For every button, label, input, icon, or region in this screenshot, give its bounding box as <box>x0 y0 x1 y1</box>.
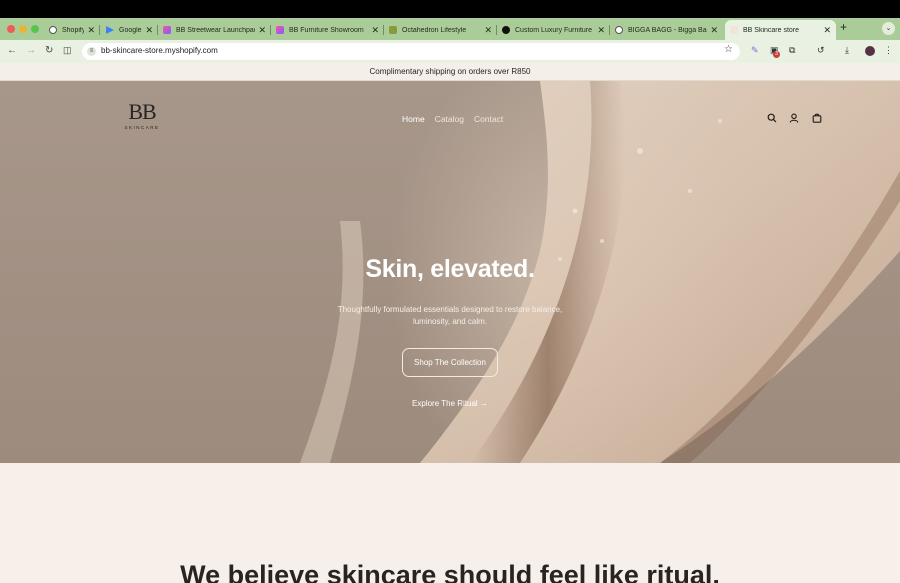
tab-bigga-bagg[interactable]: BIGGA BAGG - Bigga Bagg ✕ <box>610 20 723 40</box>
site-info-icon[interactable]: ≡ <box>87 47 96 56</box>
profile-avatar[interactable] <box>865 46 875 56</box>
bb-skincare-favicon-icon <box>730 26 738 34</box>
octahedron-favicon-icon <box>389 26 397 34</box>
philosophy-heading: We believe skincare should feel like rit… <box>180 560 720 583</box>
hero-subtext: Thoughtfully formulated essentials desig… <box>337 305 563 326</box>
main-nav: Home Catalog Contact <box>402 114 503 124</box>
bookmark-star-icon[interactable]: ☆ <box>724 44 733 55</box>
close-tab-icon[interactable]: ✕ <box>145 25 153 36</box>
close-tab-icon[interactable]: ✕ <box>258 25 266 36</box>
forward-icon[interactable]: → <box>26 45 36 56</box>
pen-extension-icon[interactable]: ✎ <box>751 45 759 56</box>
extensions-puzzle-icon[interactable]: ⧉ <box>789 45 795 56</box>
announcement-bar: Complimentary shipping on orders over R8… <box>0 63 900 81</box>
custom-luxury-favicon-icon <box>502 26 510 34</box>
hero-headline: Skin, elevated. <box>365 255 535 283</box>
bigga-bagg-favicon-icon <box>615 26 623 34</box>
shop-collection-button[interactable]: Shop The Collection <box>402 348 498 377</box>
maximize-window-button[interactable] <box>31 25 39 33</box>
tab-strip: Shopify ✕ Google ✕ BB Streetwear Launchp… <box>0 18 900 40</box>
bb-streetwear-favicon-icon <box>163 26 171 34</box>
close-tab-icon[interactable]: ✕ <box>597 25 605 36</box>
tab-google[interactable]: Google ✕ <box>101 20 158 40</box>
extension-badge: 3 <box>773 51 780 58</box>
download-icon[interactable]: ⤓ <box>845 45 849 56</box>
toolbar: ← → ↻ ◫ ≡ bb-skincare-store.myshopify.co… <box>0 40 900 63</box>
tab-octahedron[interactable]: Octahedron Lifestyle ✕ <box>384 20 497 40</box>
tab-bb-streetwear[interactable]: BB Streetwear Launchpad ✕ <box>158 20 271 40</box>
nav-catalog[interactable]: Catalog <box>435 114 464 124</box>
close-tab-icon[interactable]: ✕ <box>710 25 718 36</box>
tab-search-chevron-icon[interactable]: ⌄ <box>882 22 895 35</box>
hero-banner: BB SKINCARE Home Catalog Contact Skin, e… <box>0 81 900 463</box>
tab-shopify[interactable]: Shopify ✕ <box>44 20 100 40</box>
logo-wordmark: SKINCARE <box>124 125 160 130</box>
tab-bb-furniture[interactable]: BB Furniture Showroom ✕ <box>271 20 384 40</box>
url-text[interactable]: bb-skincare-store.myshopify.com <box>101 46 218 55</box>
more-menu-icon[interactable]: ⋮ <box>884 45 893 56</box>
account-icon[interactable] <box>789 113 799 123</box>
close-tab-icon[interactable]: ✕ <box>371 25 379 36</box>
reload-icon[interactable]: ↻ <box>45 45 53 56</box>
cart-bag-icon[interactable] <box>812 113 822 123</box>
logo-mark: BB <box>128 99 156 124</box>
new-tab-icon[interactable]: + <box>840 20 847 34</box>
close-window-button[interactable] <box>7 25 15 33</box>
bb-furniture-favicon-icon <box>276 26 284 34</box>
shopify-favicon-icon <box>49 26 57 34</box>
brand-logo[interactable]: BB SKINCARE <box>122 99 162 131</box>
explore-ritual-link[interactable]: Explore The Ritual → <box>0 399 900 408</box>
minimize-window-button[interactable] <box>19 25 27 33</box>
tab-bb-skincare[interactable]: BB Skincare store ✕ <box>725 20 836 40</box>
address-bar[interactable]: ≡ bb-skincare-store.myshopify.com ☆ <box>82 43 740 60</box>
close-tab-icon[interactable]: ✕ <box>87 25 95 36</box>
history-icon[interactable]: ↺ <box>817 45 825 56</box>
search-icon[interactable] <box>767 113 777 123</box>
menu-bar <box>0 0 900 18</box>
google-play-icon <box>106 26 114 34</box>
close-tab-icon[interactable]: ✕ <box>823 25 831 36</box>
nav-contact[interactable]: Contact <box>474 114 503 124</box>
tab-custom-luxury[interactable]: Custom Luxury Furniture ✕ <box>497 20 610 40</box>
split-view-icon[interactable]: ◫ <box>63 45 72 56</box>
nav-home[interactable]: Home <box>402 114 425 124</box>
close-tab-icon[interactable]: ✕ <box>484 25 492 36</box>
philosophy-section: We believe skincare should feel like rit… <box>0 463 900 583</box>
back-icon[interactable]: ← <box>7 45 17 56</box>
